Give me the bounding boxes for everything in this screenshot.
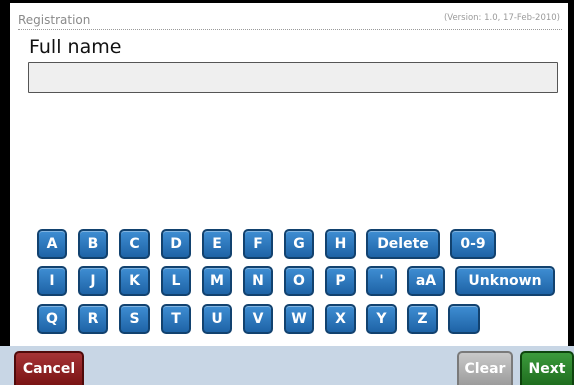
key-z[interactable]: Z <box>407 304 438 334</box>
key-p[interactable]: P <box>325 266 356 296</box>
key-u[interactable]: U <box>202 304 232 334</box>
next-button[interactable]: Next <box>520 351 574 385</box>
key-i[interactable]: I <box>37 266 67 296</box>
key-v[interactable]: V <box>243 304 273 334</box>
key-o[interactable]: O <box>284 266 314 296</box>
key-g[interactable]: G <box>284 229 314 259</box>
space-key[interactable] <box>448 304 480 334</box>
unknown-key[interactable]: Unknown <box>455 266 555 296</box>
key-j[interactable]: J <box>78 266 108 296</box>
key-d[interactable]: D <box>161 229 191 259</box>
version-label: (Version: 1.0, 17-Feb-2010) <box>443 13 560 23</box>
key-w[interactable]: W <box>284 304 314 334</box>
key-c[interactable]: C <box>119 229 150 259</box>
key-t[interactable]: T <box>161 304 191 334</box>
numbers-key[interactable]: 0-9 <box>450 229 496 259</box>
key-f[interactable]: F <box>243 229 273 259</box>
cancel-button[interactable]: Cancel <box>14 351 84 385</box>
key-y[interactable]: Y <box>366 304 397 334</box>
key-m[interactable]: M <box>202 266 232 296</box>
key-a[interactable]: A <box>37 229 67 259</box>
key-s[interactable]: S <box>119 304 150 334</box>
delete-key[interactable]: Delete <box>366 229 440 259</box>
clear-button[interactable]: Clear <box>457 351 513 385</box>
key-r[interactable]: R <box>78 304 108 334</box>
key-x[interactable]: X <box>325 304 356 334</box>
page-title: Registration <box>18 13 91 27</box>
header: Registration (Version: 1.0, 17-Feb-2010) <box>18 13 562 30</box>
key-e[interactable]: E <box>202 229 232 259</box>
window-frame-right <box>568 0 574 346</box>
shift-case-key[interactable]: aA <box>407 266 445 296</box>
full-name-input[interactable] <box>28 62 558 93</box>
window-frame-left <box>0 0 10 346</box>
key-h[interactable]: H <box>325 229 356 259</box>
key-b[interactable]: B <box>78 229 108 259</box>
apostrophe-key[interactable]: ' <box>366 266 397 296</box>
key-k[interactable]: K <box>119 266 150 296</box>
key-l[interactable]: L <box>161 266 191 296</box>
field-label: Full name <box>29 36 122 58</box>
key-n[interactable]: N <box>243 266 273 296</box>
key-q[interactable]: Q <box>37 304 67 334</box>
